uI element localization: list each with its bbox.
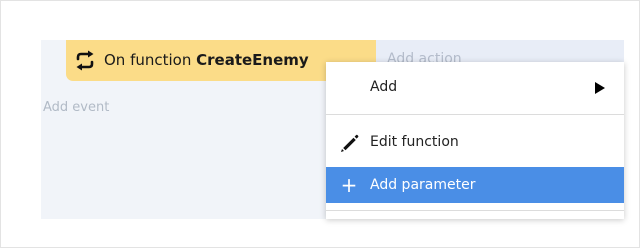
function-event-title: On function CreateEnemy: [104, 50, 309, 70]
plus-icon: +: [340, 173, 358, 197]
submenu-arrow-icon: [595, 82, 605, 94]
context-menu: Add Edit function + Add parameter: [326, 62, 624, 219]
menu-separator: [326, 114, 624, 115]
menu-item-edit-function[interactable]: Edit function: [326, 124, 624, 160]
function-name: CreateEnemy: [196, 51, 309, 69]
loop-arrows-icon: [76, 50, 94, 71]
menu-item-add[interactable]: Add: [326, 69, 624, 105]
menu-item-add-parameter-label: Add parameter: [370, 177, 476, 193]
menu-item-add-label: Add: [370, 79, 398, 95]
menu-item-add-parameter[interactable]: + Add parameter: [326, 167, 624, 203]
add-event-link[interactable]: Add event: [43, 99, 109, 117]
menu-item-edit-function-label: Edit function: [370, 134, 459, 150]
menu-separator: [326, 210, 624, 211]
function-event-prefix: On function: [104, 51, 192, 69]
pencil-icon: [341, 134, 359, 152]
